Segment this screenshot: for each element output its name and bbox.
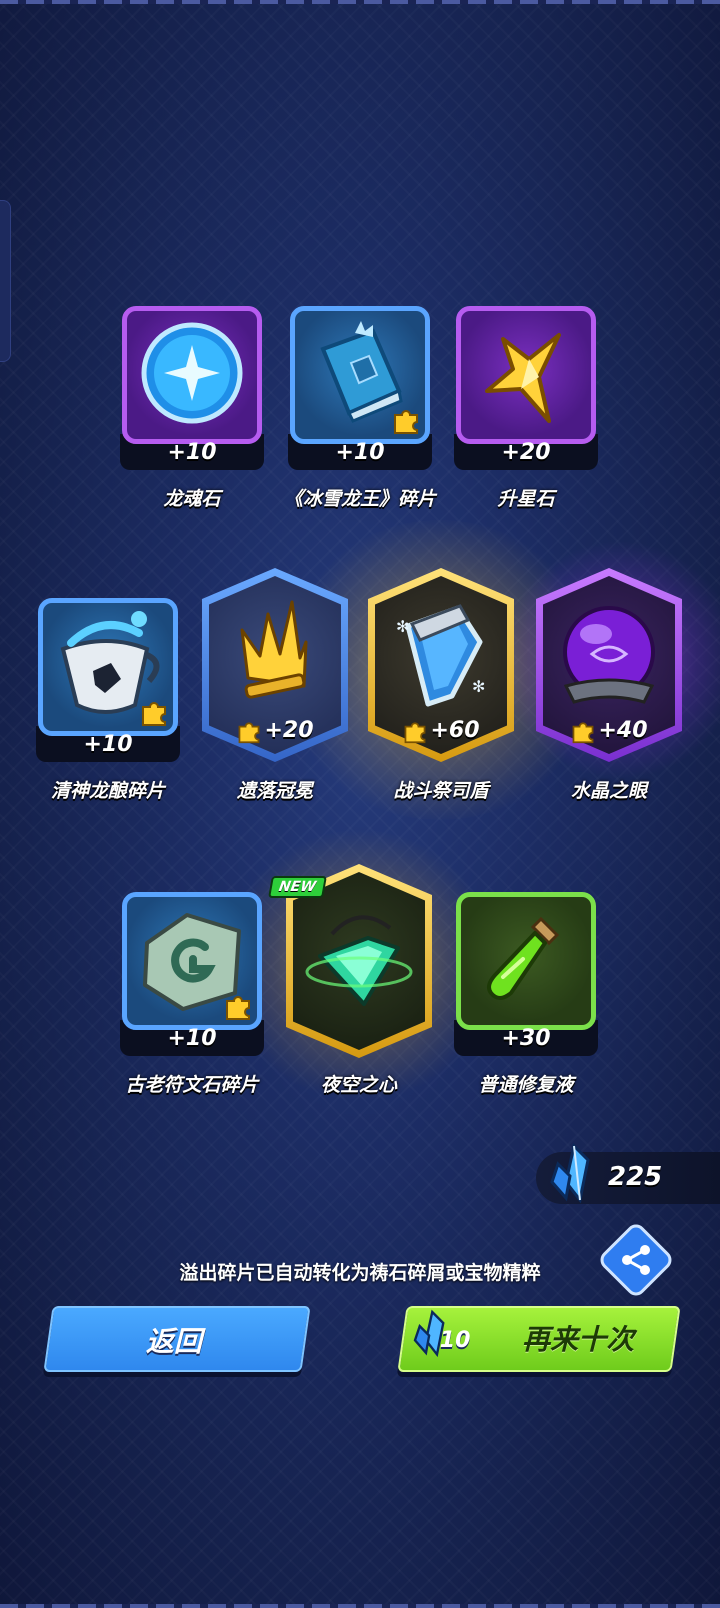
reward-name: 水晶之眼 [570,780,647,802]
top-border [0,0,720,4]
draw-ten-again-label: 再来十次 [522,1323,635,1356]
blue-crystal-icon [550,1143,590,1204]
puzzle-piece-icon [226,996,250,1020]
reward-card-star-up-stone[interactable]: +20 [454,306,598,470]
card-frame [456,892,596,1030]
reward-card-repair-potion[interactable]: +30 [454,892,598,1056]
dragon-soul-orb-icon [141,322,243,424]
reward-card-crystal-eye[interactable]: +40 [536,568,682,762]
reward-name: 夜空之心 [320,1074,397,1096]
bottom-border [0,1604,720,1608]
reward-count: +10 [167,440,217,465]
puzzle-piece-icon [573,722,594,744]
reward-count: +10 [83,732,133,757]
svg-text:✻: ✻ [472,677,485,696]
puzzle-piece-icon [394,410,418,434]
reward-name: 古老符文石碎片 [125,1074,259,1096]
draw-ten-again-button[interactable]: 10 再来十次 [397,1306,681,1372]
reward-card-battle-priest-shield[interactable]: ✻ ✻ +60 [368,568,514,762]
reward-name: 《冰雪龙王》碎片 [283,488,436,510]
reward-name: 清神龙酿碎片 [50,780,165,802]
reward-count: +20 [501,440,551,465]
back-button-label: 返回 [145,1325,202,1358]
reward-name: 普通修复液 [478,1074,574,1096]
reward-count: +20 [202,718,348,744]
draw-cost: 10 [439,1328,471,1353]
reward-card-lost-crown[interactable]: +20 [202,568,348,762]
card-frame [290,306,430,444]
card-frame [122,892,262,1030]
reward-card-rune-stone-fragment[interactable]: +10 [120,892,264,1056]
reward-name: 龙魂石 [163,488,221,510]
potion-bottle-icon [487,916,560,1000]
reward-card-ice-dragon-fragment[interactable]: +10 [288,306,432,470]
reward-count: +10 [167,1026,217,1051]
gold-star-icon [485,333,561,423]
back-button[interactable]: 返回 [43,1306,311,1372]
currency-amount: 225 [608,1162,663,1192]
puzzle-piece-icon [405,722,426,744]
reward-count: +40 [536,718,682,744]
puzzle-piece-icon [142,702,166,726]
card-frame [456,306,596,444]
reward-count: +30 [501,1026,551,1051]
side-pull-tab[interactable] [0,200,11,362]
reward-count: +10 [335,440,385,465]
svg-text:✻: ✻ [396,617,409,636]
reward-card-dragon-soul-stone[interactable]: +10 [120,306,264,470]
reward-name: 升星石 [497,488,555,510]
card-frame [38,598,178,736]
reward-name: 战斗祭司盾 [393,780,489,802]
currency-display: 225 [536,1143,720,1204]
reward-card-dragon-brew-fragment[interactable]: +10 [36,598,180,762]
puzzle-piece-icon [239,722,260,744]
reward-count: +60 [368,718,514,744]
reward-name: 遗落冠冕 [236,780,313,802]
share-icon [622,1245,650,1275]
card-frame [122,306,262,444]
new-badge: NEW [268,876,327,898]
